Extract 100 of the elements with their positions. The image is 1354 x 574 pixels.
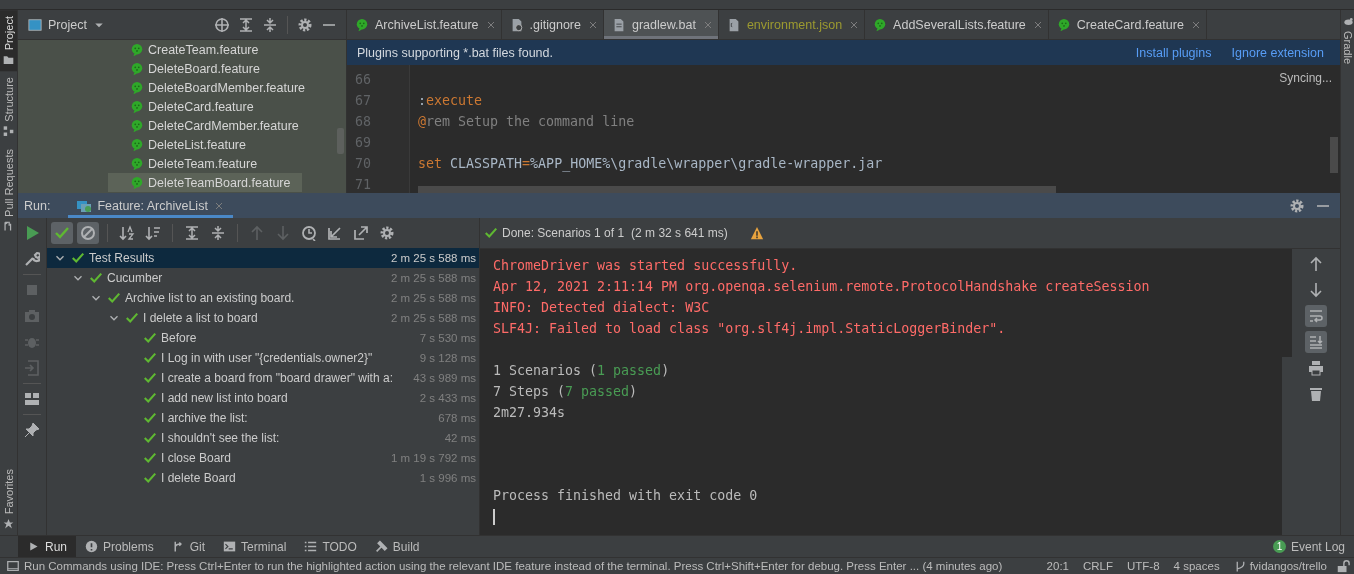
stop-icon xyxy=(24,282,40,298)
test-tree-item[interactable]: I create a board from "board drawer" with a: 43 s 989 ms xyxy=(47,368,479,388)
check-icon xyxy=(143,351,157,365)
test-name: I add new list into board xyxy=(161,391,288,405)
editor-tab[interactable]: ArchiveList.feature xyxy=(347,10,502,39)
test-name: Cucumber xyxy=(107,271,163,285)
test-duration: 2 m 25 s 588 ms xyxy=(391,272,476,284)
test-name: I close Board xyxy=(161,451,232,465)
show-ignored-toggle[interactable] xyxy=(77,222,99,244)
settings-icon xyxy=(379,225,395,241)
notification-link[interactable]: Install plugins xyxy=(1135,45,1212,60)
test-duration: 678 ms xyxy=(438,412,476,424)
project-view-dropdown[interactable]: Project xyxy=(44,17,109,32)
horizontal-scrollbar[interactable] xyxy=(418,186,1056,193)
test-tree-item[interactable]: I delete a list to board 2 m 25 s 588 ms xyxy=(47,308,479,328)
tool-window-tab[interactable]: Problems xyxy=(76,535,163,558)
status-item[interactable]: 4 spaces xyxy=(1168,560,1225,572)
check-icon xyxy=(143,431,157,445)
check-icon xyxy=(143,371,157,385)
no-entry-icon xyxy=(80,225,96,241)
pin-icon xyxy=(24,422,40,438)
test-name: I create a board from "board drawer" with a: xyxy=(161,371,393,385)
settings-icon xyxy=(1289,197,1305,214)
test-tree-item[interactable]: I delete Board 1 s 996 ms xyxy=(47,468,479,488)
sync-status: Syncing... xyxy=(1279,71,1332,85)
code-line: set CLASSPATH=%APP_HOME%\gradle\wrapper\gradle-wrapper.jar xyxy=(418,156,883,171)
cucumber-icon xyxy=(130,137,144,152)
test-tree-item[interactable]: I add new list into board 2 s 433 ms xyxy=(47,388,479,408)
soft-wrap-toggle[interactable] xyxy=(1305,305,1327,327)
test-duration: 43 s 989 ms xyxy=(413,372,476,384)
tool-window-tab[interactable]: TODO xyxy=(295,535,366,558)
console-line: 2m27.934s xyxy=(493,405,566,420)
editor-tab[interactable]: gradlew.bat xyxy=(603,10,719,39)
expand-icon xyxy=(238,16,254,33)
console-line: 7 Steps (7 passed) xyxy=(493,384,638,399)
tool-window-tab[interactable]: Structure xyxy=(0,71,17,143)
test-tree-item[interactable]: I archive the list: 678 ms xyxy=(47,408,479,428)
code-line: @rem Setup the command line xyxy=(418,114,635,129)
play-icon xyxy=(27,540,40,553)
test-tree-item[interactable]: I Log in with user "{credentials.owner2}" 9 s 128 ms xyxy=(47,348,479,368)
file-tree-item[interactable]: DeleteList.feature xyxy=(108,135,302,154)
status-item[interactable]: UTF-8 xyxy=(1122,560,1165,572)
check-icon xyxy=(143,411,157,425)
file-tree-item[interactable]: DeleteTeamBoard.feature xyxy=(108,173,302,192)
crosshair-icon xyxy=(214,16,230,33)
event-log-tab[interactable]: 1 Event Log xyxy=(1263,535,1354,558)
settings-icon xyxy=(297,16,313,33)
editor-tab[interactable]: environment.json xyxy=(718,10,866,39)
editor-tab[interactable]: CreateCard.feature xyxy=(1048,10,1207,39)
test-name: I shouldn't see the list: xyxy=(161,431,280,445)
tool-window-tab[interactable]: Terminal xyxy=(214,535,296,558)
status-item[interactable]: 20:1 xyxy=(1041,560,1074,572)
test-tree-item[interactable]: Test Results 2 m 25 s 588 ms xyxy=(47,248,479,268)
notification-link[interactable]: Ignore extension xyxy=(1231,45,1324,60)
trash-icon xyxy=(1308,386,1324,402)
test-tree-item[interactable]: Before 7 s 530 ms xyxy=(47,328,479,348)
console-line: Apr 12, 2021 2:11:14 PM org.openqa.selenium.remote.ProtocolHandshake createSession xyxy=(493,279,1150,294)
file-tree-item[interactable]: DeleteTeam.feature xyxy=(108,154,302,173)
test-tree-item[interactable]: Archive list to an existing board. 2 m 25 s 588 ms xyxy=(47,288,479,308)
structure-icon xyxy=(3,125,14,137)
file-tree-item[interactable]: DeleteCardMember.feature xyxy=(108,116,302,135)
console-line: ChromeDriver was started successfully. xyxy=(493,258,798,273)
scroll-to-end-toggle[interactable] xyxy=(1305,331,1327,353)
test-tree-item[interactable]: I shouldn't see the list: 42 ms xyxy=(47,428,479,448)
test-duration: 1 m 19 s 792 ms xyxy=(391,452,476,464)
tool-window-tab[interactable]: Gradle xyxy=(1341,10,1354,71)
tool-window-tab[interactable]: Build xyxy=(365,535,429,558)
test-tree-item[interactable]: Cucumber 2 m 25 s 588 ms xyxy=(47,268,479,288)
console-line: 1 Scenarios (1 passed) xyxy=(493,363,670,378)
status-item[interactable]: CRLF xyxy=(1078,560,1118,572)
check-icon xyxy=(143,451,157,465)
branch-widget[interactable]: fvidangos/trello xyxy=(1228,559,1332,573)
test-tree-item[interactable]: I close Board 1 m 19 s 792 ms xyxy=(47,448,479,468)
test-name: I delete Board xyxy=(161,471,236,485)
sort-icon xyxy=(119,225,135,241)
check-icon xyxy=(143,391,157,405)
file-tree-item[interactable]: DeleteBoard.feature xyxy=(108,59,302,78)
down-arrow-icon xyxy=(1308,282,1324,298)
test-duration: 1 s 996 ms xyxy=(419,472,476,484)
run-configuration-tab[interactable]: Feature: ArchiveList xyxy=(68,193,233,218)
lock-icon xyxy=(1336,559,1350,573)
editor-tab[interactable]: AddSeveralLists.feature xyxy=(865,10,1049,39)
file-tree-item[interactable]: DeleteCard.feature xyxy=(108,97,302,116)
notification-text: Plugins supporting *.bat files found. xyxy=(357,45,553,60)
tool-window-tab[interactable]: Git xyxy=(162,535,215,558)
tool-window-tab[interactable]: Project xyxy=(0,10,17,72)
tool-window-tab[interactable]: Run xyxy=(18,535,76,558)
file-tree-item[interactable]: CreateTeam.feature xyxy=(108,40,302,59)
tool-window-tab[interactable]: Favorites xyxy=(0,462,17,535)
layout-icon xyxy=(24,391,40,407)
test-name: I Log in with user "{credentials.owner2}" xyxy=(161,351,373,365)
tool-window-tab[interactable]: Pull Requests xyxy=(0,142,17,238)
editor-tab[interactable]: .gitignore xyxy=(501,10,604,39)
collapse-icon xyxy=(210,225,226,241)
test-name: I delete a list to board xyxy=(143,311,258,325)
panel-icon xyxy=(6,559,20,573)
cucumber-icon xyxy=(130,80,144,95)
show-passed-toggle[interactable] xyxy=(51,222,73,244)
test-duration: 2 m 25 s 588 ms xyxy=(391,292,476,304)
scrollbar-thumb[interactable] xyxy=(1330,137,1338,173)
